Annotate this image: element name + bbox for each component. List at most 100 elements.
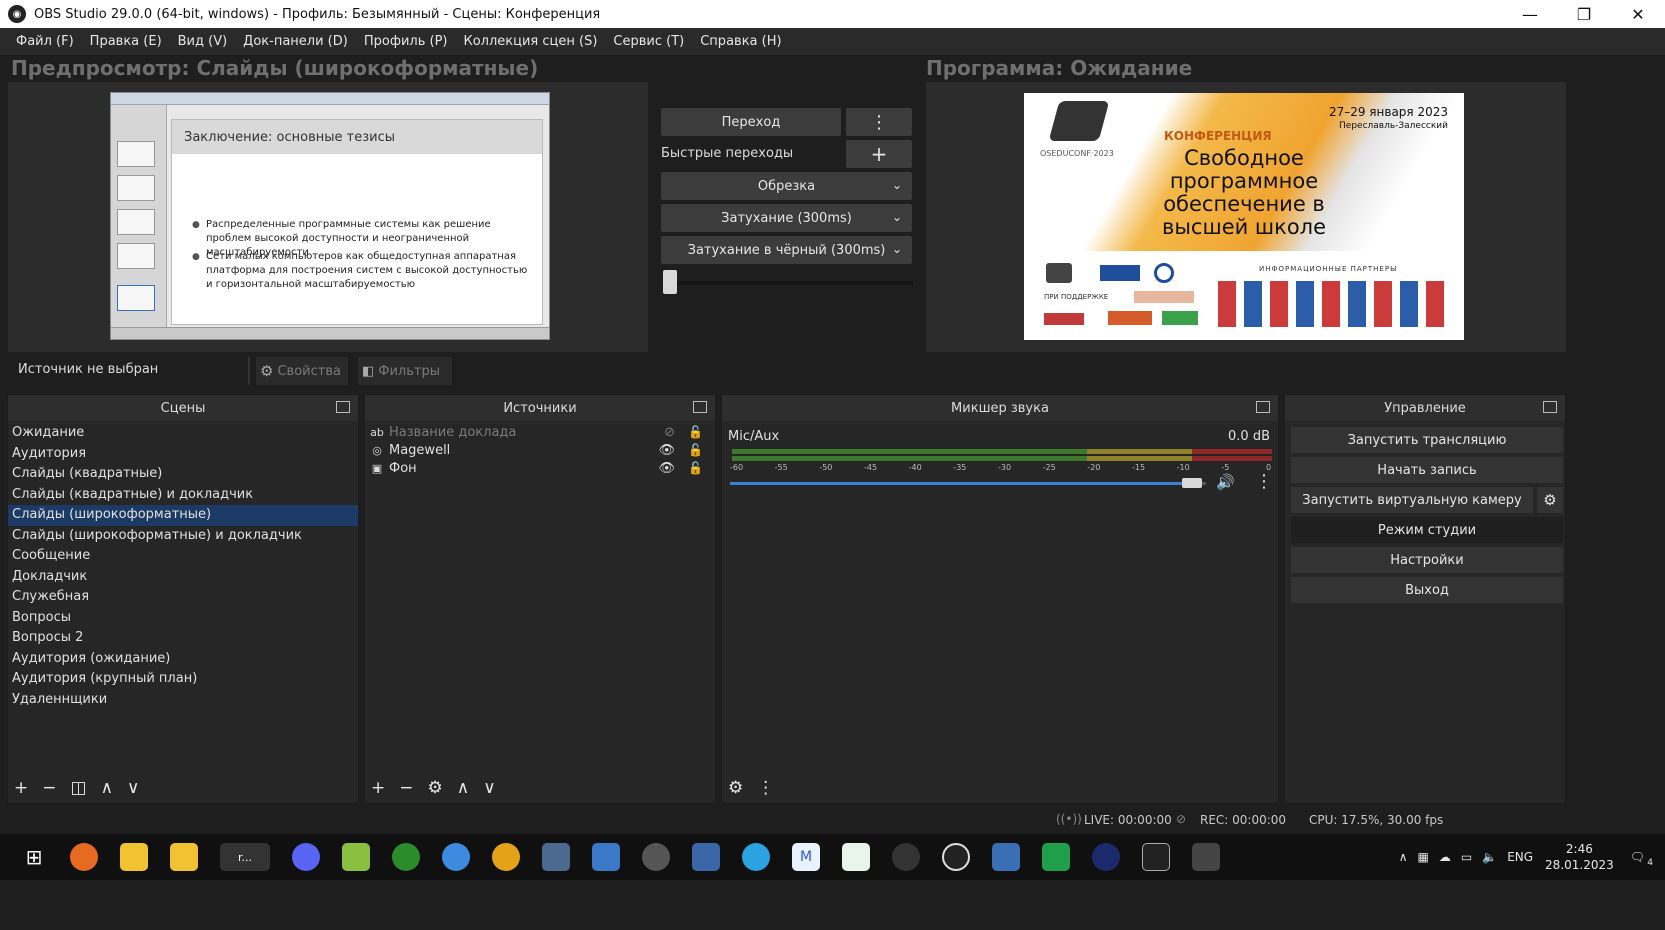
app-icon[interactable] [992,843,1020,871]
scene-item[interactable]: Ожидание [8,423,358,444]
start-streaming-button[interactable]: Запустить трансляцию [1291,427,1563,453]
folder-icon[interactable] [170,843,198,871]
eye-off-icon[interactable]: ⊘ [664,425,675,440]
move-source-down-button[interactable]: ∨ [483,778,495,798]
advanced-audio-button[interactable]: ⚙ [728,778,743,798]
scene-item[interactable]: Вопросы 2 [8,628,358,649]
app-icon[interactable] [542,843,570,871]
notifications-icon[interactable]: 🗨 4 [1630,850,1653,868]
eye-icon[interactable]: 👁 [658,443,675,458]
exit-button[interactable]: Выход [1291,577,1563,603]
notepad-icon[interactable] [342,843,370,871]
transition-cut-button[interactable]: Обрезка ⌄ [661,172,912,200]
app-icon[interactable] [1042,843,1070,871]
cloud-icon[interactable]: ☁ [1439,850,1451,864]
maximize-button[interactable]: ❐ [1557,0,1611,28]
undock-icon[interactable] [1256,401,1270,413]
undock-icon[interactable] [693,401,707,413]
speaker-icon[interactable]: 🔊 [1216,473,1235,491]
app-icon[interactable] [1092,843,1120,871]
filters-button[interactable]: ◧ Фильтры [358,357,452,385]
obs-taskbar-icon[interactable] [942,843,970,871]
start-recording-button[interactable]: Начать запись [1291,457,1563,483]
source-properties-button[interactable]: ⚙ [428,778,443,798]
start-virtual-camera-button[interactable]: Запустить виртуальную камеру [1291,487,1533,513]
clock[interactable]: 2:46 28.01.2023 [1545,841,1614,873]
t-bar-handle[interactable] [663,270,677,294]
transition-menu-button[interactable]: ⋮ [846,108,912,136]
source-item[interactable]: ▣ Фон 👁 🔓 [365,459,715,477]
scene-item[interactable]: Слайды (широкоформатные) и докладчик [8,526,358,547]
remove-source-button[interactable]: − [399,778,413,798]
network-icon[interactable]: ▭ [1461,850,1472,864]
menu-scene-collection[interactable]: Коллекция сцен (S) [463,34,597,49]
folder-icon[interactable] [120,843,148,871]
scene-item[interactable]: Удаленнщики [8,690,358,711]
spreadsheet-icon[interactable] [842,843,870,871]
add-quick-transition-button[interactable]: + [846,140,912,168]
app-icon[interactable] [492,843,520,871]
app-icon[interactable] [392,843,420,871]
scene-item[interactable]: Аудитория (крупный план) [8,669,358,690]
preview-area[interactable]: Заключение: основные тезисы Распределенн… [8,82,648,352]
volume-icon[interactable]: 🔈 [1482,850,1497,864]
move-scene-down-button[interactable]: ∨ [127,778,139,798]
undock-icon[interactable] [336,401,350,413]
terminal-icon[interactable]: r... [220,843,270,871]
menu-help[interactable]: Справка (H) [700,34,781,49]
lock-icon[interactable]: 🔓 [688,461,703,475]
scene-item[interactable]: Докладчик [8,567,358,588]
lock-app-icon[interactable] [642,843,670,871]
undock-icon[interactable] [1543,401,1557,413]
scene-item[interactable]: Аудитория (ожидание) [8,649,358,670]
scene-item[interactable]: Слайды (квадратные) [8,464,358,485]
source-item[interactable]: ab Название доклада ⊘ 🔓 [365,423,715,441]
menu-tools[interactable]: Сервис (T) [613,34,684,49]
lock-icon[interactable]: 🔓 [688,425,703,439]
mixer-menu-button[interactable]: ⋮ [757,778,774,798]
windows-start-icon[interactable]: ⊞ [20,843,48,871]
app-icon[interactable] [442,843,470,871]
volume-slider-handle[interactable] [1182,478,1203,488]
menu-edit[interactable]: Правка (E) [90,34,162,49]
telegram-icon[interactable] [742,843,770,871]
transition-fade-black-button[interactable]: Затухание в чёрный (300ms) ⌄ [661,236,912,264]
obs-taskbar-icon[interactable] [892,843,920,871]
menu-profile[interactable]: Профиль (P) [364,34,448,49]
close-button[interactable]: ✕ [1611,0,1665,28]
scene-item[interactable]: Слайды (широкоформатные) [8,505,358,526]
language-indicator[interactable]: ENG [1507,850,1533,864]
eye-icon[interactable]: 👁 [658,461,675,476]
transition-button[interactable]: Переход [661,108,841,136]
add-source-button[interactable]: + [371,778,385,798]
scene-item[interactable]: Вопросы [8,608,358,629]
mail-icon[interactable]: M [792,843,820,871]
move-source-up-button[interactable]: ∧ [457,778,469,798]
firefox-icon[interactable] [70,843,98,871]
menu-docks[interactable]: Док-панели (D) [243,34,348,49]
studio-mode-button[interactable]: Режим студии [1291,517,1563,543]
tray-expand-icon[interactable]: ∧ [1399,850,1408,864]
tray-app-icon[interactable]: ▦ [1418,850,1429,864]
scene-filters-button[interactable]: ◫ [71,778,87,798]
virtual-camera-settings-button[interactable]: ⚙ [1537,487,1563,513]
transition-fade-button[interactable]: Затухание (300ms) ⌄ [661,204,912,232]
lock-icon[interactable]: 🔓 [688,443,703,457]
source-item[interactable]: ◎ Magewell 👁 🔓 [365,441,715,459]
network-app-icon[interactable] [692,843,720,871]
add-scene-button[interactable]: + [14,778,28,798]
menu-view[interactable]: Вид (V) [178,34,228,49]
scene-item[interactable]: Аудитория [8,444,358,465]
scene-item[interactable]: Сообщение [8,546,358,567]
settings-button[interactable]: Настройки [1291,547,1563,573]
volume-slider-track[interactable] [730,482,1206,485]
mixer-channel-menu-button[interactable]: ⋮ [1255,471,1273,492]
scene-item[interactable]: Слайды (квадратные) и докладчик [8,485,358,506]
virtualbox-icon[interactable] [592,843,620,871]
move-scene-up-button[interactable]: ∧ [101,778,113,798]
menu-file[interactable]: Файл (F) [16,34,74,49]
minimize-button[interactable]: — [1503,0,1557,28]
scene-item[interactable]: Служебная [8,587,358,608]
properties-button[interactable]: ⚙ Свойства [256,357,348,385]
remove-scene-button[interactable]: − [42,778,56,798]
